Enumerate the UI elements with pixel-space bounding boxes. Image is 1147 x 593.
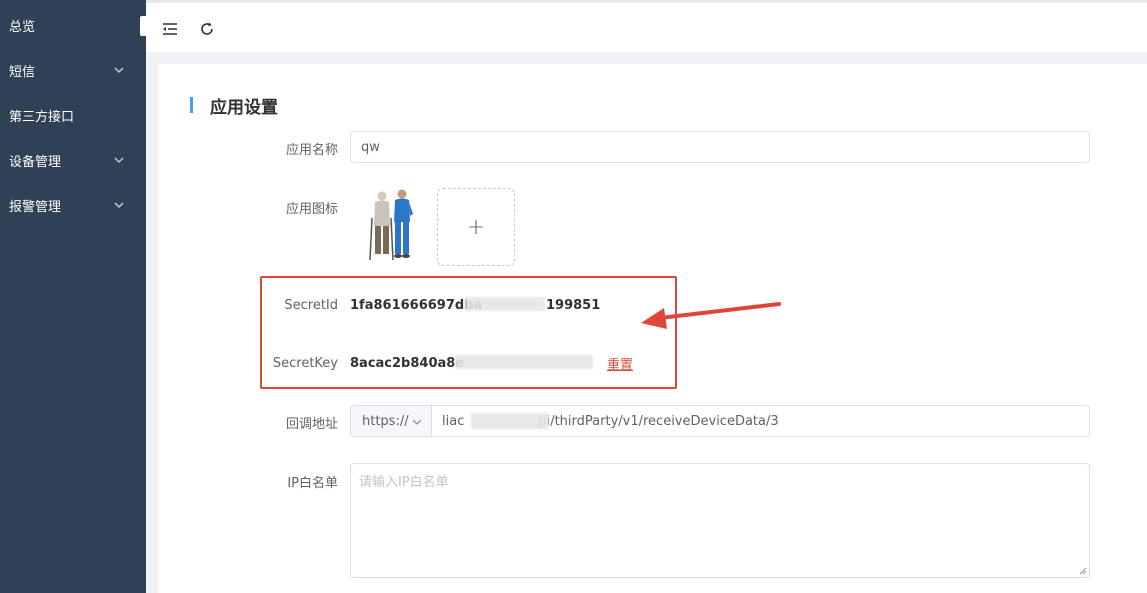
app-icon-label: 应用图标 bbox=[285, 202, 338, 217]
secret-key-label: SecretKey bbox=[272, 356, 338, 371]
title-accent-bar bbox=[190, 97, 193, 113]
plus-icon: + bbox=[466, 214, 486, 240]
ip-whitelist-textarea[interactable]: 请输入IP白名单 bbox=[350, 463, 1090, 578]
resize-grip-icon[interactable] bbox=[1079, 567, 1087, 575]
app-icon-image bbox=[369, 189, 413, 261]
sidebar-item-label: 短信 bbox=[9, 65, 36, 80]
page-title: 应用设置 bbox=[210, 98, 278, 118]
chevron-down-icon bbox=[114, 67, 124, 74]
sidebar-item-label: 报警管理 bbox=[9, 200, 62, 215]
app-settings-card: 应用设置 应用名称 qw 应用图标 + SecretId 1fa86166669… bbox=[158, 64, 1147, 593]
callback-url-suffix: pi/thirdParty/v1/receiveDeviceData/3 bbox=[538, 413, 779, 429]
sidebar-item-device-management[interactable]: 设备管理 bbox=[0, 138, 146, 183]
reset-secret-key-link[interactable]: 重置 bbox=[607, 354, 633, 373]
app-name-value: qw bbox=[361, 139, 380, 155]
menu-fold-icon[interactable] bbox=[161, 20, 179, 38]
refresh-icon[interactable] bbox=[198, 20, 216, 38]
topbar bbox=[146, 0, 1147, 52]
chevron-down-icon bbox=[114, 157, 124, 164]
chevron-down-icon bbox=[114, 202, 124, 209]
callback-url-label: 回调地址 bbox=[285, 417, 338, 432]
secret-id-tail: 199851 bbox=[546, 298, 601, 313]
icon-upload-button[interactable]: + bbox=[437, 188, 515, 266]
secret-key-value: 8acac2b840a8e bbox=[350, 356, 465, 371]
sidebar: 总览 短信 第三方接口 设备管理 报警管理 bbox=[0, 0, 146, 593]
sidebar-item-third-party-api[interactable]: 第三方接口 bbox=[0, 93, 146, 138]
protocol-select[interactable]: https:// bbox=[350, 405, 432, 437]
app-name-label: 应用名称 bbox=[285, 143, 338, 158]
redaction-blur bbox=[471, 413, 549, 429]
sidebar-item-label: 第三方接口 bbox=[9, 110, 75, 125]
secret-id-label: SecretId bbox=[284, 298, 338, 313]
protocol-value: https:// bbox=[362, 413, 409, 429]
ip-whitelist-label: IP白名单 bbox=[287, 476, 338, 491]
callback-url-prefix: liac bbox=[442, 413, 465, 429]
sidebar-item-sms[interactable]: 短信 bbox=[0, 48, 146, 93]
chevron-down-icon bbox=[412, 419, 422, 425]
sidebar-item-label: 总览 bbox=[9, 20, 36, 35]
sidebar-item-alarm-management[interactable]: 报警管理 bbox=[0, 183, 146, 228]
redaction-blur bbox=[465, 297, 545, 311]
redaction-blur bbox=[455, 355, 593, 369]
sidebar-item-overview[interactable]: 总览 bbox=[0, 3, 146, 48]
ip-whitelist-placeholder: 请输入IP白名单 bbox=[359, 475, 449, 490]
sidebar-item-label: 设备管理 bbox=[9, 155, 62, 170]
app-name-input[interactable]: qw bbox=[350, 131, 1090, 163]
secret-id-value: 1fa861666697dba bbox=[350, 298, 483, 313]
